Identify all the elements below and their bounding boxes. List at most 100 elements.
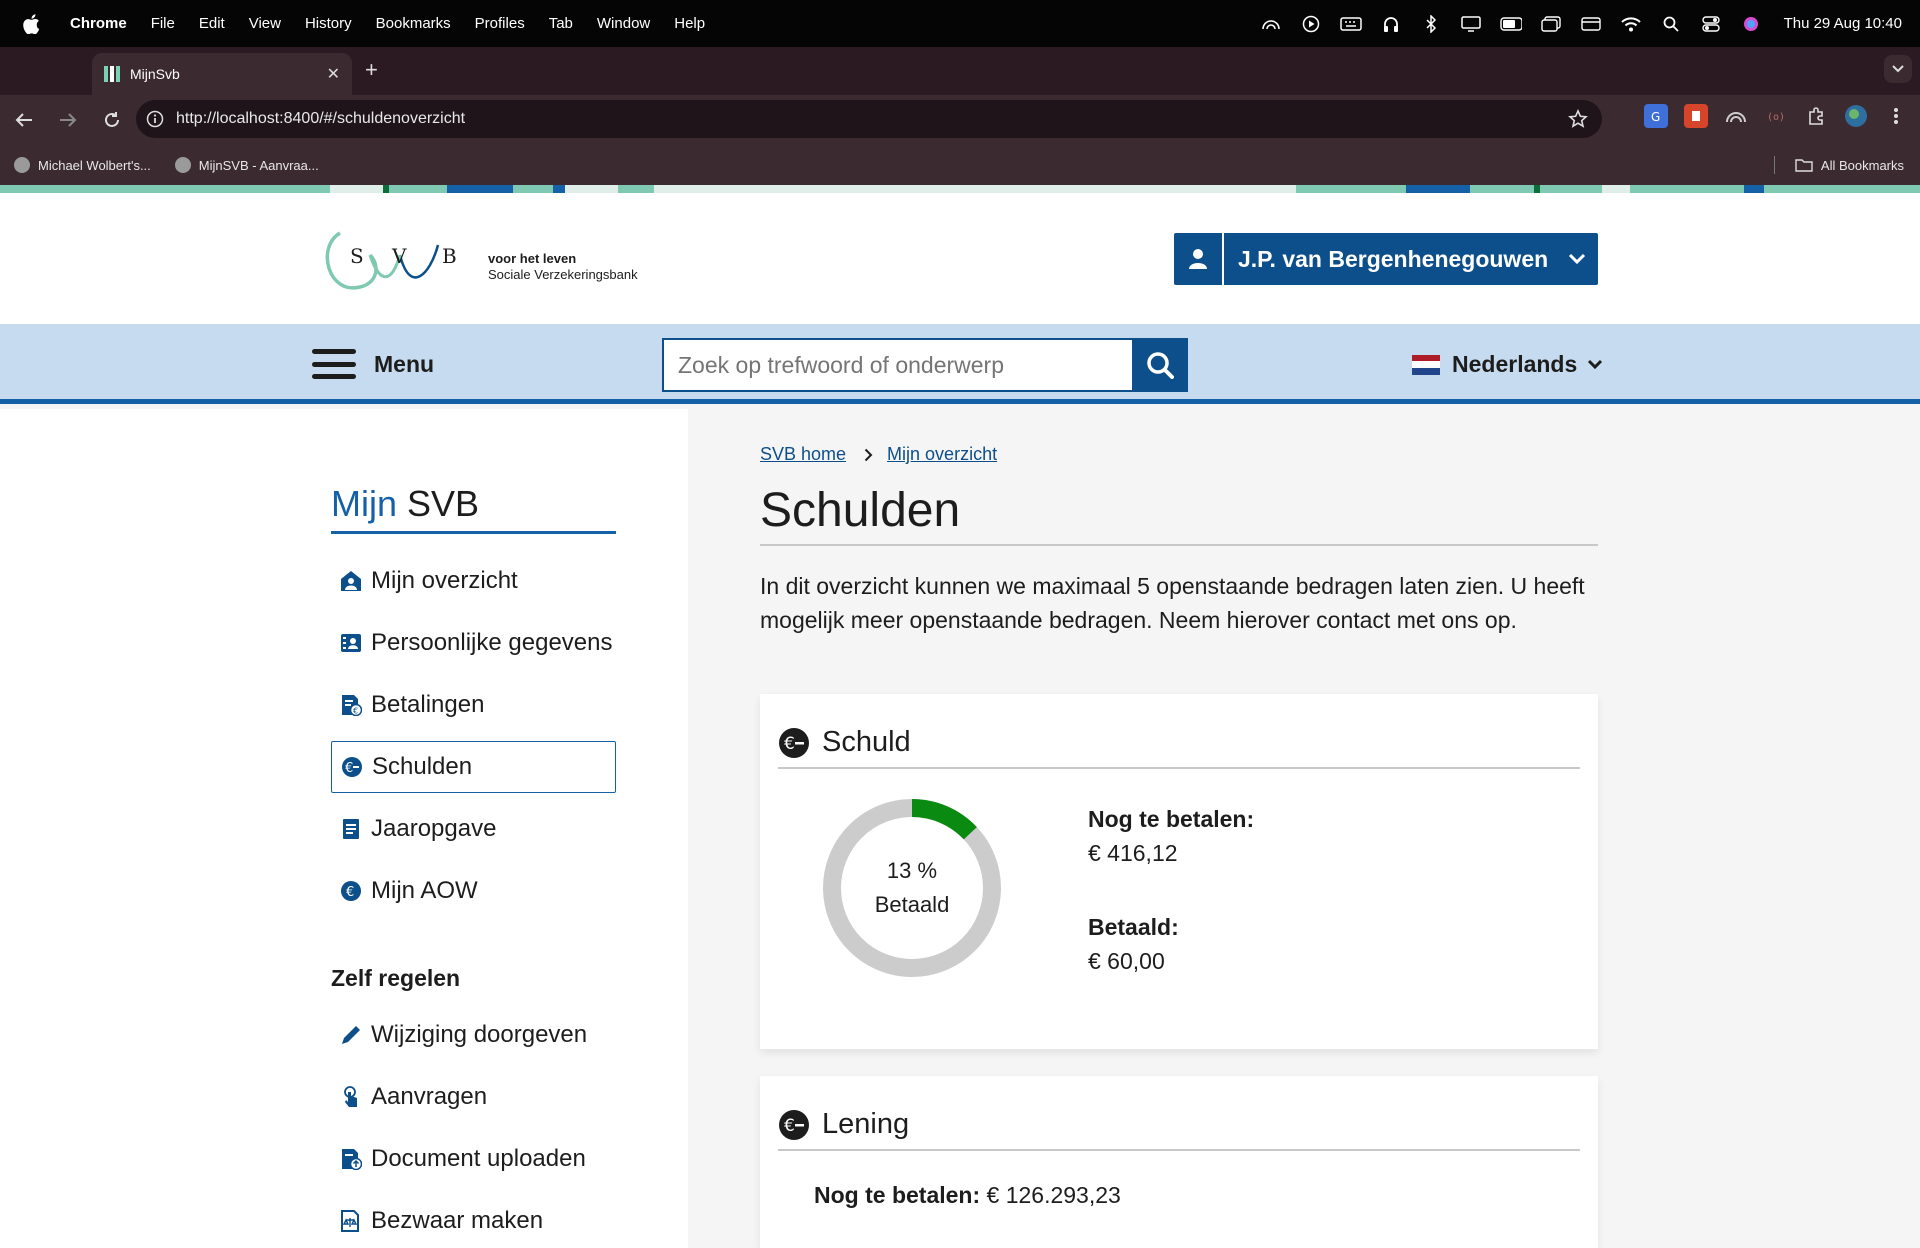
browser-toolbar: http://localhost:8400/#/schuldenoverzich… xyxy=(0,95,1920,145)
bookmark-label: MijnSVB - Aanvraa... xyxy=(198,157,319,173)
bookmark-star-icon[interactable] xyxy=(1568,109,1588,129)
sidebar-item-mijn-aow[interactable]: € Mijn AOW xyxy=(331,865,616,917)
sidebar-item-bezwaar-maken[interactable]: Bezwaar maken xyxy=(331,1195,616,1247)
forward-icon[interactable] xyxy=(48,100,88,140)
sidebar-item-document-uploaden[interactable]: Document uploaden xyxy=(331,1133,616,1185)
language-label: Nederlands xyxy=(1452,351,1578,377)
more-menu-icon[interactable] xyxy=(1884,104,1908,128)
user-menu-button[interactable]: J.P. van Bergenhenegouwen xyxy=(1174,233,1598,285)
profile-avatar-icon[interactable] xyxy=(1844,104,1868,128)
document-scale-icon xyxy=(339,1209,363,1233)
sidebar-item-jaaropgave[interactable]: Jaaropgave xyxy=(331,803,616,855)
page-title: Schulden xyxy=(760,483,1598,546)
breadcrumb-svb-home[interactable]: SVB home xyxy=(760,444,846,465)
sidebar-item-label: Mijn AOW xyxy=(371,877,478,904)
reload-icon[interactable] xyxy=(92,100,132,140)
sidebar-item-label: Jaaropgave xyxy=(371,815,497,842)
menu-chrome[interactable]: Chrome xyxy=(60,15,139,32)
menu-history[interactable]: History xyxy=(293,15,364,32)
menu-tab[interactable]: Tab xyxy=(537,15,585,32)
debt-amounts: Nog te betalen: € 416,12 Betaald: € 60,0… xyxy=(1088,802,1254,978)
sidebar-nav-zelf-regelen: Wijziging doorgeven Aanvragen Document u… xyxy=(331,1009,616,1248)
menu-button[interactable]: Menu xyxy=(312,349,434,379)
user-icon xyxy=(1174,233,1224,285)
keyboard-icon[interactable] xyxy=(1339,15,1362,33)
menu-profiles[interactable]: Profiles xyxy=(463,15,537,32)
sidebar-item-persoonlijke-gegevens[interactable]: Persoonlijke gegevens xyxy=(331,617,616,669)
window-icon[interactable] xyxy=(1540,15,1562,33)
sidebar-title-prefix: Mijn xyxy=(331,483,398,524)
play-icon[interactable] xyxy=(1300,15,1322,33)
headphones-icon[interactable] xyxy=(1380,15,1402,33)
url-text[interactable]: http://localhost:8400/#/schuldenoverzich… xyxy=(176,110,465,128)
paid-label: Betaald: xyxy=(1088,914,1179,940)
brand-stripe xyxy=(0,185,1920,193)
extensions-puzzle-icon[interactable] xyxy=(1804,104,1828,128)
bookmark-label: Michael Wolbert's... xyxy=(38,157,151,173)
wifi-icon[interactable] xyxy=(1620,15,1642,33)
euro-minus-icon: € xyxy=(340,755,364,779)
menu-view[interactable]: View xyxy=(237,15,293,32)
all-bookmarks-button[interactable]: All Bookmarks xyxy=(1773,156,1904,174)
battery-icon[interactable] xyxy=(1499,15,1522,33)
close-tab-icon[interactable]: ✕ xyxy=(327,64,340,84)
card-icon[interactable] xyxy=(1580,15,1602,33)
menu-edit[interactable]: Edit xyxy=(187,15,237,32)
address-bar[interactable]: http://localhost:8400/#/schuldenoverzich… xyxy=(136,100,1602,138)
sidebar-item-schulden[interactable]: € Schulden xyxy=(331,741,616,793)
svb-logo[interactable]: S V B voor het leven Sociale Verzekering… xyxy=(320,225,660,297)
menu-bookmarks[interactable]: Bookmarks xyxy=(364,15,463,32)
chevron-right-icon xyxy=(864,448,873,462)
remaining-label: Nog te betalen: xyxy=(1088,806,1255,832)
language-selector[interactable]: Nederlands xyxy=(1412,351,1603,378)
menu-file[interactable]: File xyxy=(139,15,187,32)
back-icon[interactable] xyxy=(4,100,44,140)
new-tab-icon[interactable]: + xyxy=(365,57,378,83)
translate-extension-icon[interactable]: G xyxy=(1644,104,1668,128)
sidebar-item-label: Betalingen xyxy=(371,691,485,718)
document-upload-icon xyxy=(339,1147,363,1171)
bookmark-item[interactable]: MijnSVB - Aanvraa... xyxy=(174,157,319,173)
search-input[interactable] xyxy=(662,338,1134,392)
menu-label: Menu xyxy=(374,350,435,377)
sidebar-title: Mijn SVB xyxy=(331,483,616,534)
sidebar-item-betalingen[interactable]: € Betalingen xyxy=(331,679,616,731)
id-card-icon xyxy=(339,631,363,655)
menu-window[interactable]: Window xyxy=(585,15,662,32)
menu-help[interactable]: Help xyxy=(662,15,717,32)
progress-percent: 13 % xyxy=(886,858,938,883)
card-title: Schuld xyxy=(822,726,911,758)
clock: Thu 29 Aug 10:40 xyxy=(1783,15,1902,32)
breadcrumb: SVB home Mijn overzicht xyxy=(760,444,997,465)
payment-document-icon: € xyxy=(339,693,363,717)
breadcrumb-mijn-overzicht[interactable]: Mijn overzicht xyxy=(887,444,997,465)
sidebar-item-wijziging-doorgeven[interactable]: Wijziging doorgeven xyxy=(331,1009,616,1061)
sidebar-item-mijn-overzicht[interactable]: Mijn overzicht xyxy=(331,555,616,607)
apple-icon[interactable] xyxy=(20,13,42,35)
sidebar-item-aanvragen[interactable]: Aanvragen xyxy=(331,1071,616,1123)
code-extension-icon[interactable]: (o) xyxy=(1764,104,1788,128)
bookmark-item[interactable]: Michael Wolbert's... xyxy=(14,157,151,173)
airplay-icon[interactable] xyxy=(1260,15,1282,33)
main-content: SVB home Mijn overzicht Schulden In dit … xyxy=(688,409,1920,1248)
chevron-down-icon xyxy=(1588,359,1603,370)
globe-icon xyxy=(174,157,191,173)
rainbow-extension-icon[interactable] xyxy=(1724,104,1748,128)
site-info-icon[interactable] xyxy=(146,110,164,128)
tab-strip: MijnSvb ✕ xyxy=(0,47,1920,95)
display-icon[interactable] xyxy=(1460,15,1482,33)
bookmarks-bar: Michael Wolbert's... MijnSVB - Aanvraa..… xyxy=(0,145,1920,185)
browser-tab[interactable]: MijnSvb ✕ xyxy=(92,53,352,95)
office-extension-icon[interactable] xyxy=(1684,104,1708,128)
spotlight-search-icon[interactable] xyxy=(1660,15,1682,33)
control-center-icon[interactable] xyxy=(1700,15,1722,33)
search-button[interactable] xyxy=(1132,338,1188,392)
euro-circle-icon: € xyxy=(339,879,363,903)
siri-icon[interactable] xyxy=(1740,15,1762,33)
tagline-line1: voor het leven xyxy=(488,251,577,266)
tagline-line2: Sociale Verzekeringsbank xyxy=(488,267,638,282)
loan-card: € Lening Nog te betalen: € 126.293,23 xyxy=(760,1076,1598,1248)
bluetooth-icon[interactable] xyxy=(1420,14,1442,33)
tab-search-chevron-icon[interactable] xyxy=(1884,55,1912,83)
intro-text: In dit overzicht kunnen we maximaal 5 op… xyxy=(760,573,1585,633)
